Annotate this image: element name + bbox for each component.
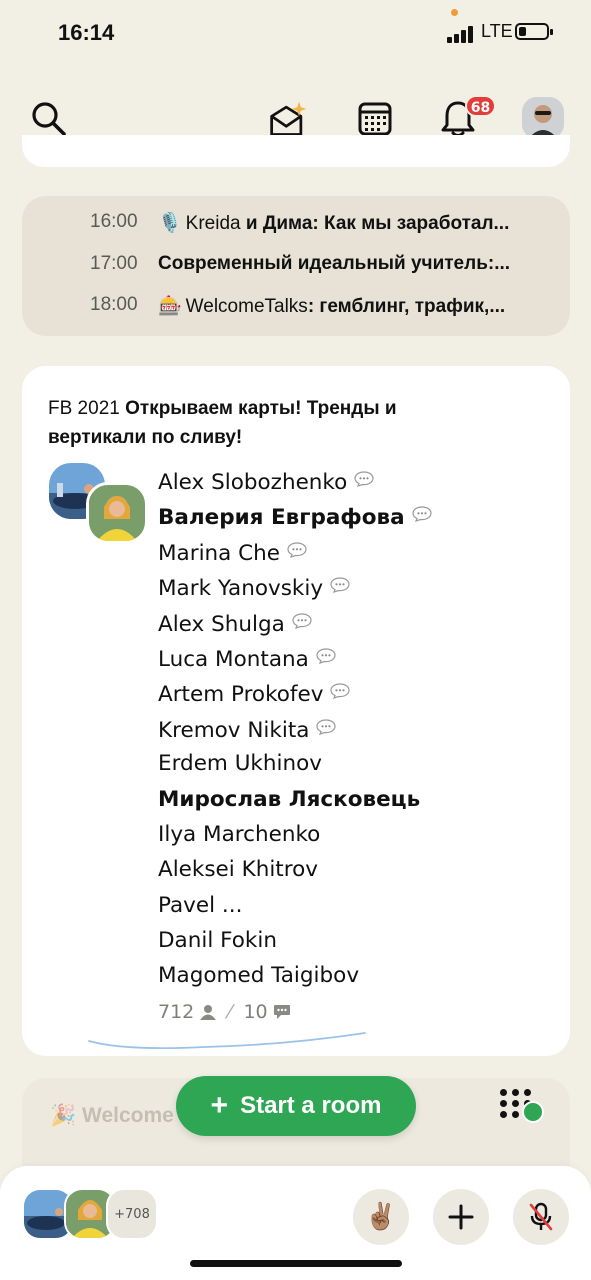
speech-bubble-icon [292, 605, 312, 640]
participant: Mark Yanovskiy [158, 569, 558, 604]
participant: Erdem Ukhinov [158, 746, 558, 781]
raise-hand-button[interactable]: ✌🏽 [353, 1189, 409, 1245]
schedule-title: 🎰 WelcomeTalks: гемблинг, трафик,... [158, 294, 548, 318]
speech-bubble-icon [287, 534, 307, 569]
speaker-count: 10 [243, 1001, 268, 1023]
previous-card [22, 135, 570, 167]
party-icon: 🎉 [50, 1104, 77, 1127]
online-friends-grid-icon[interactable] [500, 1089, 544, 1125]
plus-icon: + [210, 1089, 229, 1122]
participant-name: Alex Shulga [158, 611, 285, 637]
more-participants-count: +708 [106, 1188, 158, 1240]
schedule-time: 17:00 [90, 253, 138, 274]
speech-bubble-icon [412, 498, 432, 533]
participant: Magomed Taigibov [158, 958, 558, 993]
speech-bubble-icon [316, 711, 337, 746]
participant-name: Magomed Taigibov [158, 963, 360, 989]
signal-icon [447, 25, 475, 43]
participant-name: Erdem Ukhinov [158, 751, 322, 777]
recording-indicator [451, 9, 458, 16]
battery-icon [515, 23, 549, 40]
person-icon [200, 1004, 217, 1020]
room-card[interactable]: FB 2021 Открываем карты! Тренды и вертик… [22, 366, 570, 1056]
mute-toggle-button[interactable] [513, 1189, 569, 1245]
room-stats: 712 ⁄ 10 [158, 1001, 291, 1023]
speech-bubble-icon [330, 675, 351, 710]
participant-name: Danil Fokin [158, 928, 277, 954]
speech-bubble-icon [330, 569, 350, 604]
raise-hand-icon: ✌🏽 [364, 1202, 398, 1232]
participant-name: Luca Montana [158, 646, 309, 672]
status-time: 16:14 [58, 20, 115, 45]
schedule-club: WelcomeTalks [185, 296, 308, 317]
start-room-label: Start a room [240, 1092, 382, 1119]
participant: Мирослав Лясковець [158, 782, 558, 817]
chat-bubble-icon [273, 1004, 291, 1020]
schedule-event: и Дима: Как мы заработал... [240, 213, 510, 234]
schedule-item[interactable]: 17:00 Современный идеальный учитель:... [22, 253, 570, 283]
participant: Alex Shulga [158, 605, 558, 640]
microphone-icon: 🎙️ [158, 213, 182, 234]
participant-name: Alex Slobozhenko [158, 470, 348, 495]
schedule-time: 18:00 [90, 294, 138, 315]
participant-list: Alex Slobozhenko Валерия Евграфова Marin… [158, 463, 558, 994]
participant: Pavel ... [158, 888, 558, 923]
schedule-club: Kreida [185, 213, 241, 234]
invite-envelope-icon[interactable] [268, 98, 310, 140]
participant-name: Мирослав Лясковець [158, 786, 421, 812]
schedule-event: Современный идеальный учитель:... [158, 253, 511, 274]
room-club-name: FB 2021 [48, 398, 120, 419]
participant-name: Marina Che [158, 540, 281, 566]
network-type: LTE [481, 21, 513, 41]
home-indicator[interactable] [190, 1260, 402, 1267]
next-room-title: 🎉 Welcome [50, 1104, 174, 1128]
start-room-button[interactable]: + Start a room [176, 1076, 416, 1136]
upcoming-schedule[interactable]: 16:00 🎙️ Kreida и Дима: Как мы заработал.… [22, 196, 570, 336]
schedule-item[interactable]: 18:00 🎰 WelcomeTalks: гемблинг, трафик,..… [22, 294, 570, 324]
speech-bubble-icon [354, 463, 374, 498]
schedule-item[interactable]: 16:00 🎙️ Kreida и Дима: Как мы заработал.… [22, 211, 570, 241]
schedule-time: 16:00 [90, 211, 138, 232]
participant: Ilya Marchenko [158, 817, 558, 852]
status-bar: 16:14 LTE [0, 0, 591, 70]
plus-icon [448, 1204, 474, 1230]
schedule-event: : гемблинг, трафик,... [307, 296, 506, 317]
participant-name: Валерия Евграфова [158, 505, 405, 531]
handwritten-underline-mark [88, 1032, 366, 1050]
speech-bubble-icon [316, 640, 336, 675]
participant-name: Kremov Nikita [158, 717, 310, 743]
schedule-title: 🎙️ Kreida и Дима: Как мы заработал... [158, 211, 548, 235]
slot-machine-icon: 🎰 [158, 296, 182, 317]
next-room-name: Welcome [82, 1104, 174, 1127]
participant-name: Pavel ... [158, 892, 243, 918]
participant-name: Ilya Marchenko [158, 821, 321, 847]
speaker-avatar [86, 482, 148, 544]
participant: Marina Che [158, 534, 558, 569]
search-icon[interactable] [28, 98, 70, 140]
participant-name: Mark Yanovskiy [158, 576, 324, 602]
participant: Artem Prokofev [158, 675, 558, 710]
participant: Luca Montana [158, 640, 558, 675]
participant-name: Aleksei Khitrov [158, 857, 318, 883]
add-person-button[interactable] [433, 1189, 489, 1245]
profile-avatar[interactable] [522, 97, 564, 139]
participant: Валерия Евграфова [158, 498, 558, 533]
muted-microphone-icon [529, 1202, 553, 1231]
calendar-icon[interactable] [354, 98, 396, 140]
room-title: FB 2021 Открываем карты! Тренды и вертик… [48, 394, 468, 452]
participant: Alex Slobozhenko [158, 463, 558, 498]
participant: Kremov Nikita [158, 711, 558, 746]
participant-name: Artem Prokofev [158, 682, 324, 708]
notification-count-badge: 68 [465, 95, 496, 117]
stats-separator-icon: ⁄ [228, 1001, 232, 1023]
schedule-title: Современный идеальный учитель:... [158, 253, 548, 275]
listener-count: 712 [158, 1001, 195, 1023]
participant: Aleksei Khitrov [158, 852, 558, 887]
participant: Danil Fokin [158, 923, 558, 958]
